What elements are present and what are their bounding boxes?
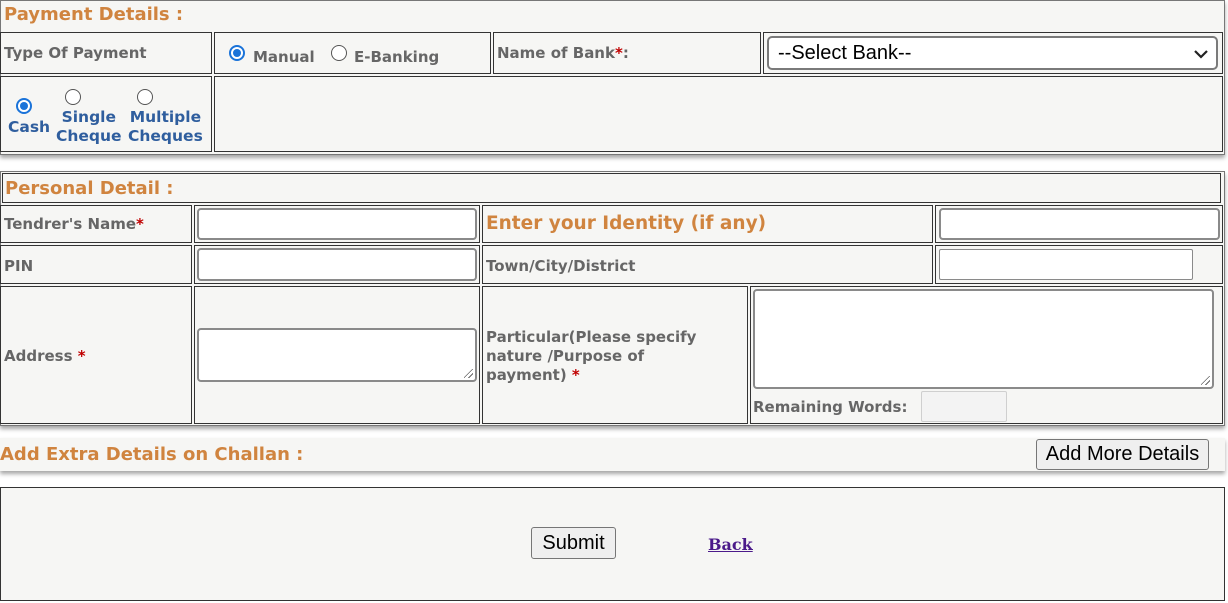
personal-detail-title: Personal Detail :: [5, 178, 174, 199]
town-label: Town/City/District: [486, 257, 636, 275]
particular-label-line3: payment) *: [486, 366, 696, 385]
personal-detail-title-cell: Personal Detail :: [2, 173, 1221, 203]
address-textarea[interactable]: [197, 328, 477, 382]
pin-label-cell: PIN: [0, 245, 192, 284]
single-cheque-radio[interactable]: [65, 89, 81, 105]
payment-mode-cell: Cash Single Cheque Multiple Cheques: [0, 76, 212, 152]
tendrer-name-field-cell: [194, 205, 480, 243]
tendrer-name-input[interactable]: [197, 208, 477, 240]
pin-field-cell: [194, 245, 480, 284]
multiple-cheques-label-line2: Cheques: [128, 127, 203, 145]
address-label: Address *: [4, 347, 86, 365]
town-input[interactable]: [939, 249, 1193, 280]
required-marker: *: [571, 366, 580, 384]
multiple-cheques-label[interactable]: Multiple Cheques: [128, 108, 203, 146]
particular-textarea[interactable]: [753, 289, 1214, 389]
particular-label-line2: nature /Purpose of: [486, 347, 645, 365]
multiple-cheques-label-line1: Multiple: [129, 108, 202, 126]
submit-button[interactable]: Submit: [531, 527, 616, 559]
tendrer-name-label: Tendrer's Name*: [4, 215, 144, 233]
identity-input[interactable]: [939, 208, 1220, 240]
particular-label-line1: Particular(Please specify: [486, 328, 697, 346]
required-marker: *: [77, 347, 86, 365]
identity-label-cell: Enter your Identity (if any): [482, 205, 933, 243]
bank-name-text: Name of Bank: [497, 44, 615, 62]
type-of-payment-label: Type Of Payment: [4, 44, 147, 62]
ebanking-label[interactable]: E-Banking: [354, 48, 439, 66]
add-more-details-button[interactable]: Add More Details: [1036, 439, 1209, 470]
payment-mode-detail-cell: [214, 76, 1223, 152]
extra-details-title: Add Extra Details on Challan :: [0, 444, 304, 465]
bank-select-value: --Select Bank--: [778, 41, 912, 64]
pin-input[interactable]: [197, 248, 477, 281]
manual-label[interactable]: Manual: [253, 48, 315, 66]
type-of-payment-label-cell: Type Of Payment: [0, 32, 212, 74]
remaining-words-label: Remaining Words:: [753, 398, 908, 416]
bank-name-label: Name of Bank*:: [497, 44, 629, 62]
single-cheque-label[interactable]: Single Cheque: [56, 108, 122, 146]
town-field-cell: [935, 245, 1223, 284]
single-cheque-label-line2: Cheque: [56, 127, 122, 145]
resize-grip-icon[interactable]: [1201, 376, 1210, 385]
address-label-cell: Address *: [0, 286, 192, 424]
particular-label: Particular(Please specify nature /Purpos…: [486, 328, 696, 385]
address-text: Address: [4, 347, 73, 365]
manual-radio[interactable]: [229, 45, 245, 61]
payment-type-options-cell: Manual E-Banking: [214, 32, 491, 74]
required-marker: *: [136, 215, 144, 233]
cash-radio[interactable]: [16, 98, 32, 114]
remaining-words-field: [921, 391, 1007, 422]
cash-label[interactable]: Cash: [8, 118, 50, 137]
address-field-cell: [194, 286, 480, 424]
multiple-cheques-radio[interactable]: [137, 89, 153, 105]
pin-label: PIN: [4, 257, 34, 275]
back-link[interactable]: Back: [708, 535, 753, 554]
tendrer-name-text: Tendrer's Name: [4, 215, 137, 233]
payment-details-title: Payment Details :: [4, 4, 184, 25]
bank-name-label-cell: Name of Bank*:: [493, 32, 761, 74]
particular-label-cell: Particular(Please specify nature /Purpos…: [482, 286, 748, 424]
bank-select-cell: --Select Bank--: [763, 32, 1223, 74]
identity-label: Enter your Identity (if any): [486, 213, 767, 234]
identity-field-cell: [935, 205, 1223, 243]
particular-field-cell: Remaining Words:: [750, 286, 1223, 424]
single-cheque-label-line1: Single: [61, 108, 116, 126]
resize-grip-icon[interactable]: [464, 369, 473, 378]
chevron-down-icon: [1194, 50, 1208, 59]
particular-label-line3-text: payment): [486, 366, 567, 384]
town-label-cell: Town/City/District: [482, 245, 933, 284]
bank-select[interactable]: --Select Bank--: [767, 36, 1218, 70]
required-marker: *: [614, 44, 623, 62]
ebanking-radio[interactable]: [331, 45, 347, 61]
tendrer-name-label-cell: Tendrer's Name*: [0, 205, 192, 243]
